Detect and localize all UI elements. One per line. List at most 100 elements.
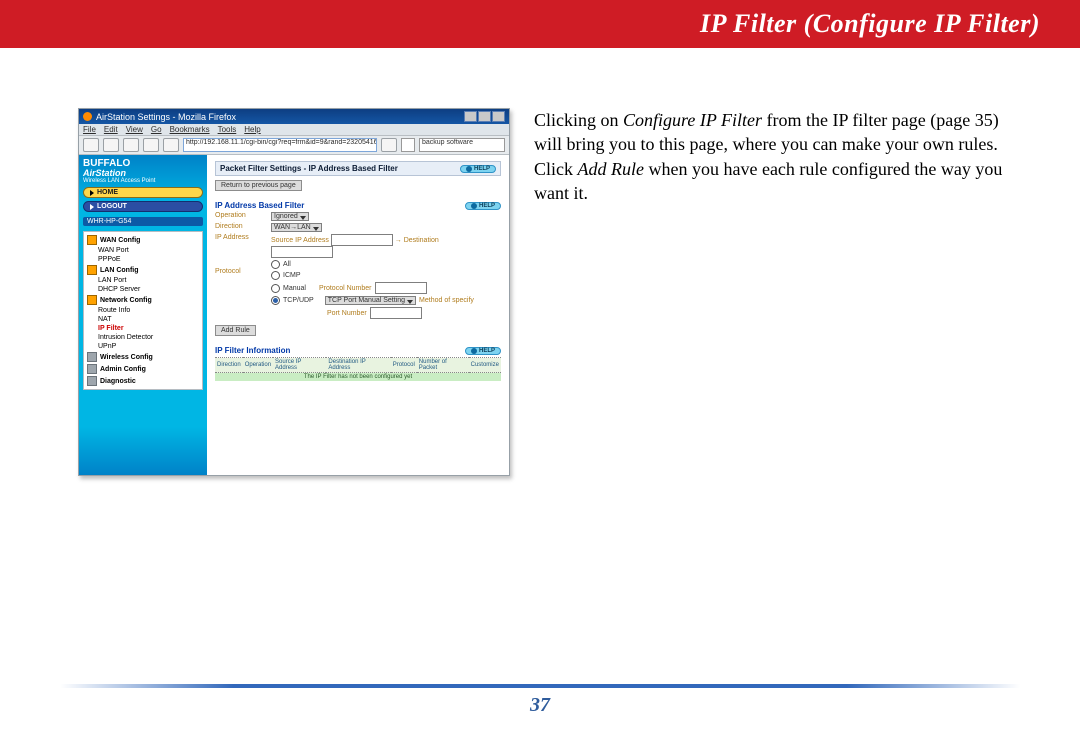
folder-icon: [87, 235, 97, 245]
help-button[interactable]: HELP: [465, 202, 501, 210]
nav-label: Wireless Config: [100, 354, 153, 361]
menu-file[interactable]: File: [83, 125, 96, 134]
search-engine-icon[interactable]: [401, 138, 415, 152]
folder-icon: [87, 364, 97, 374]
menu-view[interactable]: View: [126, 125, 143, 134]
nav-dhcp-server[interactable]: DHCP Server: [84, 285, 202, 294]
menu-help[interactable]: Help: [244, 125, 260, 134]
stop-button[interactable]: [143, 138, 159, 152]
nav-label: Admin Config: [100, 366, 146, 373]
source-ip-input[interactable]: [331, 234, 393, 246]
radio-manual[interactable]: [271, 284, 280, 293]
nav-upnp[interactable]: UPnP: [84, 342, 202, 351]
reload-button[interactable]: [123, 138, 139, 152]
help-button[interactable]: HELP: [465, 347, 501, 355]
nav-label: Network Config: [100, 297, 152, 304]
nav-diagnostic[interactable]: Diagnostic: [84, 375, 202, 387]
nav-label: Intrusion Detector: [98, 334, 153, 341]
tcp-port-select[interactable]: TCP Port Manual Setting: [325, 296, 416, 305]
protocol-label: Protocol: [215, 268, 265, 275]
folder-icon: [87, 295, 97, 305]
nav-intrusion-detector[interactable]: Intrusion Detector: [84, 333, 202, 342]
operation-select[interactable]: Ignored: [271, 212, 309, 221]
nav-label: LAN Config: [100, 267, 139, 274]
source-ip-label: Source IP Address: [271, 237, 329, 244]
direction-select[interactable]: WAN→LAN: [271, 223, 322, 232]
menu-bar[interactable]: File Edit View Go Bookmarks Tools Help: [79, 124, 509, 136]
help-button[interactable]: HELP: [460, 165, 496, 173]
radio-tcpudp[interactable]: [271, 296, 280, 305]
nav-network-config[interactable]: Network Config: [84, 294, 202, 306]
nav-label: NAT: [98, 316, 111, 323]
browser-toolbar: http://192.168.11.1/cgi-bin/cgi?req=frm&…: [79, 136, 509, 155]
page-title: IP Filter (Configure IP Filter): [700, 9, 1040, 39]
return-button[interactable]: Return to previous page: [215, 180, 302, 191]
section-ip-filter-heading: IP Address Based Filter HELP: [215, 201, 501, 210]
arrow-right-icon: [90, 190, 94, 196]
nav-label: LAN Port: [98, 277, 126, 284]
col-packet-count: Number of Packet: [417, 358, 469, 373]
home-pill-button[interactable]: HOME: [83, 187, 203, 198]
radio-tcpudp-label: TCP/UDP: [283, 297, 314, 304]
nav-label: UPnP: [98, 343, 116, 350]
dest-ip-label: → Destination: [395, 237, 439, 244]
arrow-right-icon: [90, 204, 94, 210]
radio-all[interactable]: [271, 260, 280, 269]
page-footer: 37: [0, 684, 1080, 717]
radio-icmp-label: ICMP: [283, 272, 301, 279]
ip-filter-info-table: Direction Operation Source IP Address De…: [215, 357, 501, 381]
radio-icmp[interactable]: [271, 271, 280, 280]
forward-button[interactable]: [103, 138, 119, 152]
address-bar[interactable]: http://192.168.11.1/cgi-bin/cgi?req=frm&…: [183, 138, 377, 152]
menu-go[interactable]: Go: [151, 125, 162, 134]
back-button[interactable]: [83, 138, 99, 152]
section-ip-filter-info-heading: IP Filter Information HELP: [215, 346, 501, 355]
port-number-input[interactable]: [370, 307, 422, 319]
menu-edit[interactable]: Edit: [104, 125, 118, 134]
nav-label: DHCP Server: [98, 286, 140, 293]
dest-ip-input[interactable]: [271, 246, 333, 258]
maximize-button[interactable]: [478, 111, 491, 122]
nav-label: Diagnostic: [100, 378, 136, 385]
para-em: Configure IP Filter: [623, 110, 762, 130]
para-em: Add Rule: [578, 159, 644, 179]
folder-icon: [87, 376, 97, 386]
home-label: HOME: [97, 189, 118, 196]
nav-wan-config[interactable]: WAN Config: [84, 234, 202, 246]
add-rule-button[interactable]: Add Rule: [215, 325, 256, 336]
logout-label: LOGOUT: [97, 203, 127, 210]
nav-lan-config[interactable]: LAN Config: [84, 264, 202, 276]
go-button[interactable]: [381, 138, 397, 152]
window-title-bar: AirStation Settings - Mozilla Firefox: [79, 109, 509, 124]
col-direction: Direction: [215, 358, 243, 373]
empty-state-row: The IP Filter has not been configured ye…: [215, 373, 501, 382]
nav-ip-filter[interactable]: IP Filter: [84, 324, 202, 333]
nav-wan-port[interactable]: WAN Port: [84, 246, 202, 255]
radio-all-label: All: [283, 261, 291, 268]
brand-tagline: Wireless LAN Access Point: [83, 178, 203, 184]
nav-route-info[interactable]: Route Info: [84, 306, 202, 315]
model-badge: WHR-HP-G54: [83, 217, 203, 226]
menu-tools[interactable]: Tools: [218, 125, 237, 134]
sidebar: BUFFALO AirStation Wireless LAN Access P…: [79, 155, 207, 475]
logout-pill-button[interactable]: LOGOUT: [83, 201, 203, 212]
menu-bookmarks[interactable]: Bookmarks: [170, 125, 210, 134]
nav-lan-port[interactable]: LAN Port: [84, 276, 202, 285]
protocol-number-input[interactable]: [375, 282, 427, 294]
protocol-number-label: Protocol Number: [319, 285, 372, 292]
col-protocol: Protocol: [391, 358, 417, 373]
nav-pppoe[interactable]: PPPoE: [84, 255, 202, 264]
nav-label: PPPoE: [98, 256, 121, 263]
nav-nat[interactable]: NAT: [84, 315, 202, 324]
brand-main: AirStation: [83, 169, 203, 178]
method-label: Method of specify: [419, 297, 474, 304]
nav-wireless-config[interactable]: Wireless Config: [84, 351, 202, 363]
search-input[interactable]: backup software: [419, 138, 505, 152]
nav-list: WAN Config WAN Port PPPoE LAN Config LAN…: [83, 231, 203, 390]
home-button[interactable]: [163, 138, 179, 152]
nav-admin-config[interactable]: Admin Config: [84, 363, 202, 375]
footer-divider: [60, 684, 1020, 688]
nav-label: IP Filter: [98, 325, 124, 332]
close-button[interactable]: [492, 111, 505, 122]
minimize-button[interactable]: [464, 111, 477, 122]
